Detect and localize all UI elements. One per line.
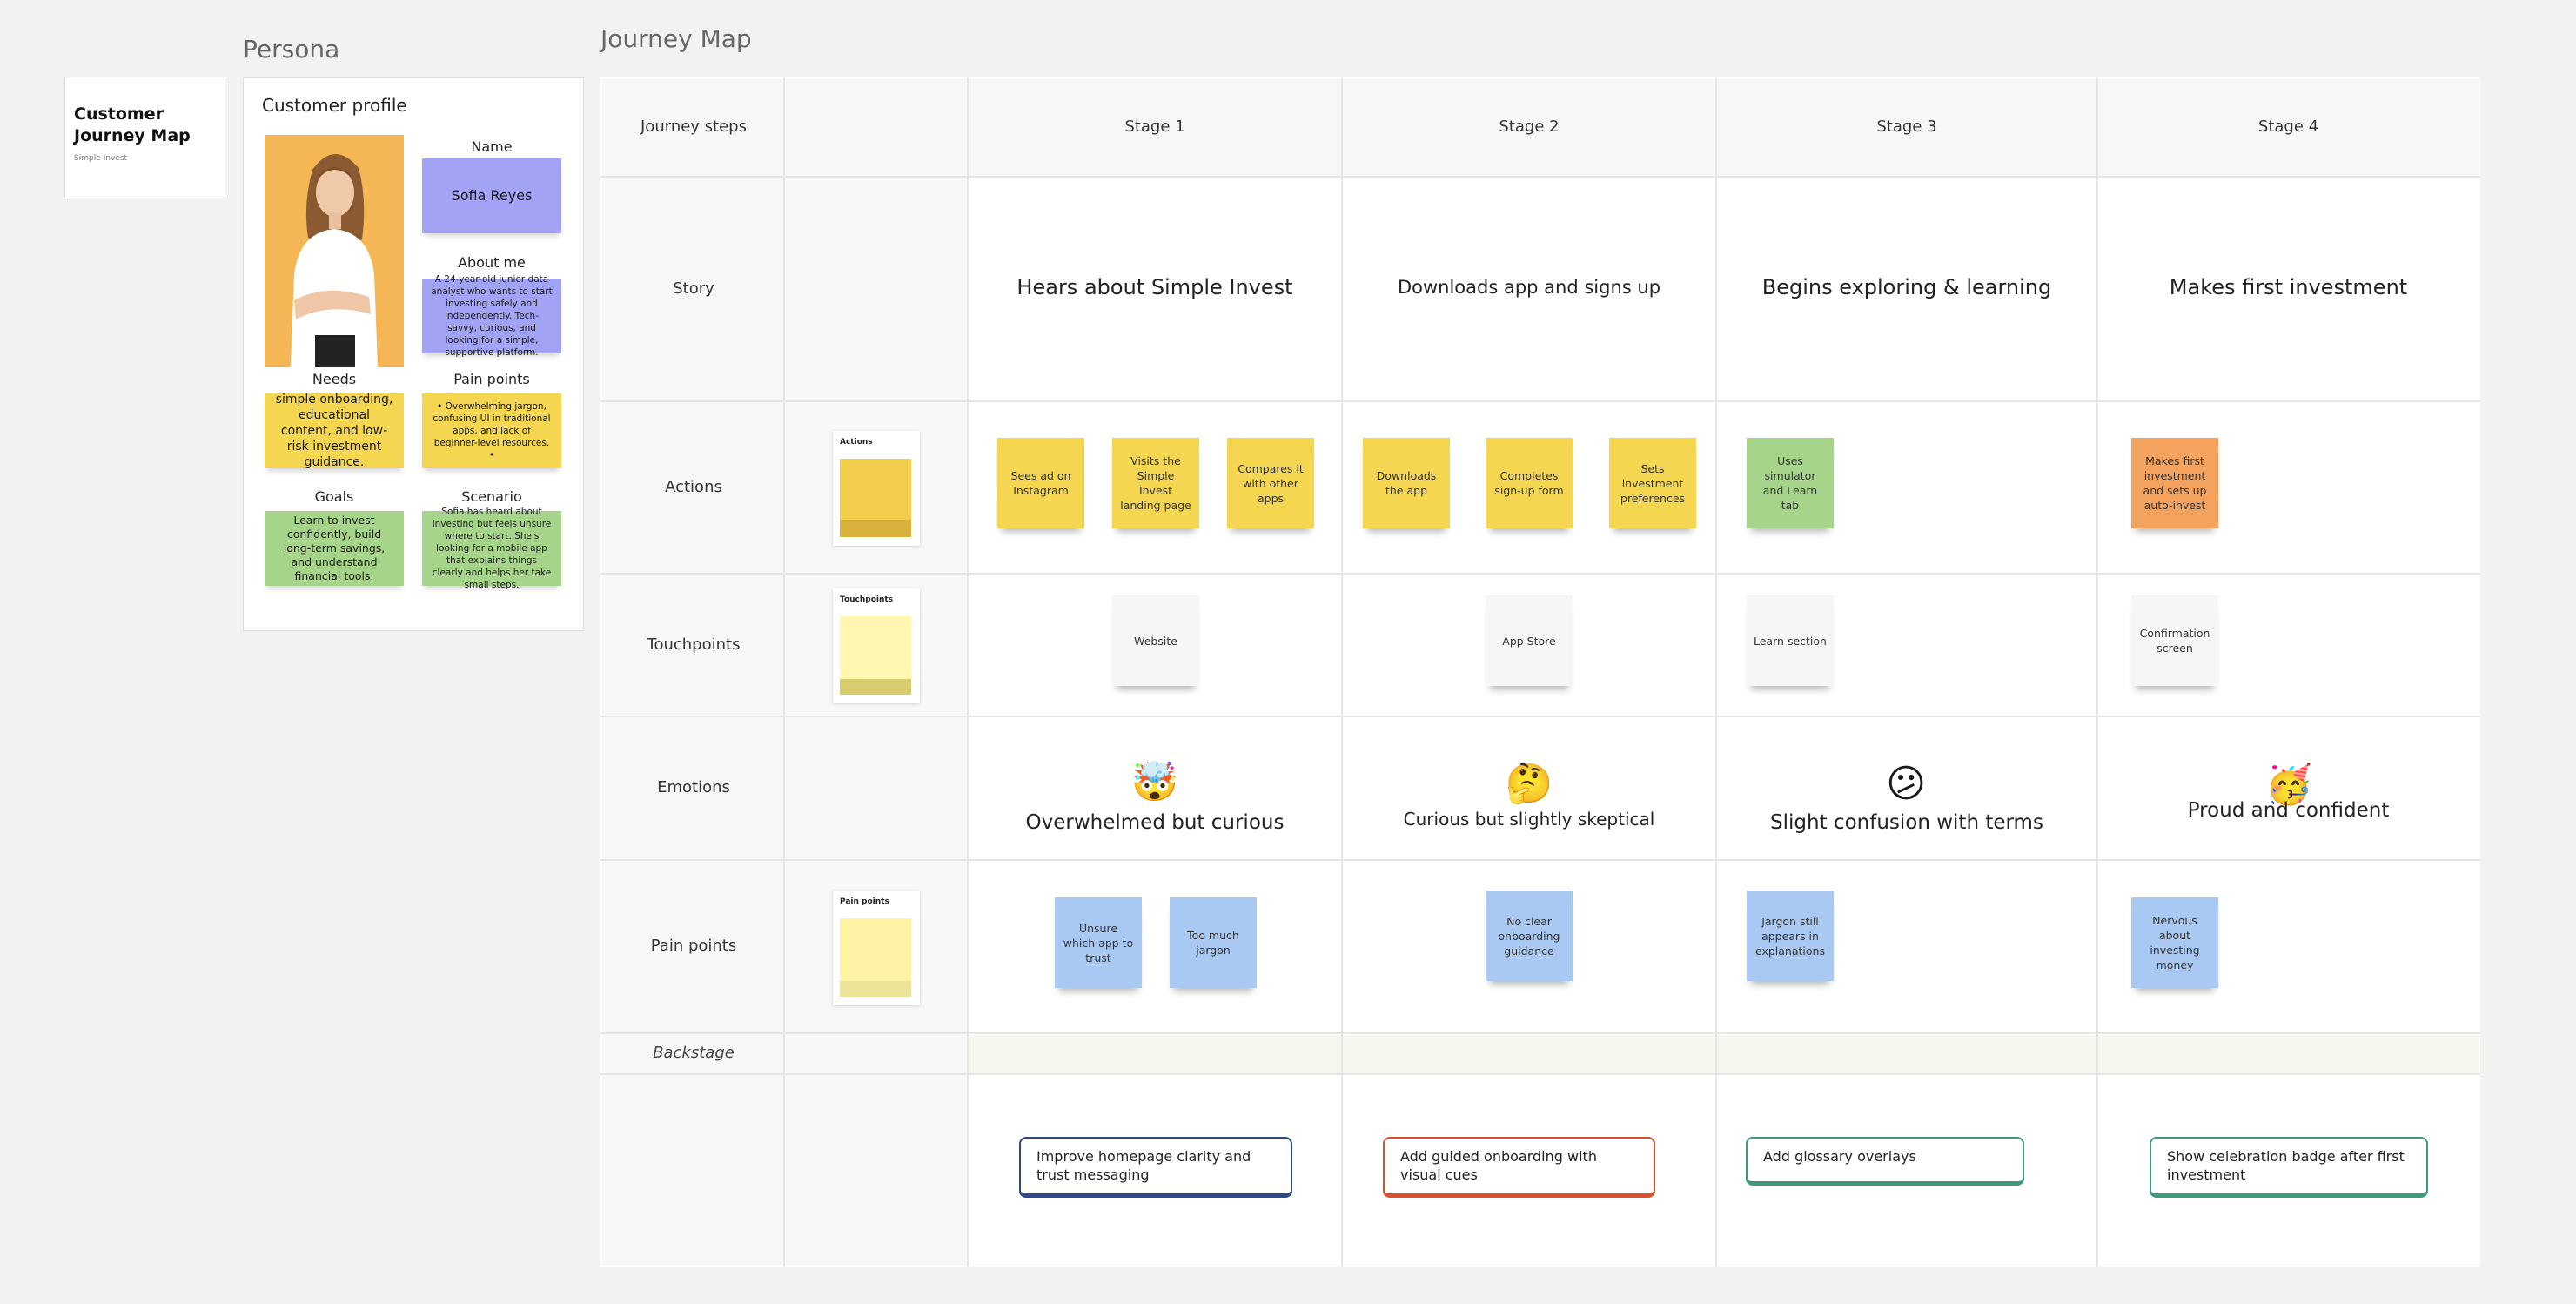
grid-line — [600, 400, 2480, 402]
stage-header-4: Stage 4 — [2257, 118, 2319, 136]
touchpoints-template-pad — [840, 616, 911, 695]
grid-line — [600, 716, 2480, 717]
touchpoint-sticky[interactable]: Confirmation screen — [2131, 595, 2218, 686]
row-label-journey-steps: Journey steps — [641, 118, 747, 136]
persona-section-label: Persona — [243, 35, 340, 64]
improvement-card-stage-1[interactable]: Improve homepage clarity and trust messa… — [1019, 1137, 1292, 1198]
row-label-backstage: Backstage — [653, 1044, 735, 1062]
board-subtitle: Simple Invest — [74, 154, 128, 163]
emotion-stage-4: Proud and confident — [2187, 799, 2390, 822]
journey-map-section-label: Journey Map — [600, 24, 752, 53]
name-label: Name — [471, 138, 513, 155]
board-title: Customer Journey Map — [74, 104, 191, 145]
action-sticky[interactable]: Sets investment preferences — [1609, 438, 1696, 528]
action-sticky[interactable]: Compares it with other apps — [1227, 438, 1314, 528]
touchpoints-template-label: Touchpoints — [840, 595, 894, 604]
emotion-stage-1: Overwhelmed but curious — [1025, 811, 1285, 834]
grid-line — [2096, 77, 2098, 1267]
pain-point-sticky[interactable]: No clear onboarding guidance — [1486, 891, 1573, 981]
stage-header-3: Stage 3 — [1876, 118, 1937, 136]
row-label-pain-points: Pain points — [650, 937, 737, 955]
backstage-band — [969, 1035, 2479, 1073]
touchpoint-sticky[interactable]: Learn section — [1747, 595, 1834, 686]
about-sticky[interactable]: A 24-year-old junior data analyst who wa… — [422, 274, 561, 358]
pain-points-template[interactable]: Pain points — [833, 891, 920, 1005]
label-column-bg — [602, 79, 785, 1265]
improvement-card-stage-2[interactable]: Add guided onboarding with visual cues — [1383, 1137, 1655, 1198]
stage-header-1: Stage 1 — [1124, 118, 1185, 136]
title-card[interactable]: Customer Journey Map Simple Invest — [64, 77, 225, 198]
story-stage-4: Makes first investment — [2169, 275, 2408, 299]
needs-label: Needs — [312, 371, 357, 387]
scenario-sticky[interactable]: Sofia has heard about investing but feel… — [422, 507, 561, 590]
pain-points-template-label: Pain points — [840, 897, 889, 906]
goals-sticky[interactable]: Learn to invest confidently, build long-… — [265, 511, 404, 586]
emotion-stage-3: Slight confusion with terms — [1770, 811, 2043, 834]
emotion-emoji-stage-2: 🤔 — [1505, 762, 1553, 806]
action-sticky[interactable]: Downloads the app — [1363, 438, 1450, 528]
row-label-emotions: Emotions — [657, 778, 730, 797]
pain-points-sticky[interactable]: • Overwhelming jargon, confusing UI in t… — [422, 393, 561, 468]
persona-card[interactable]: Customer profile Name Sofia Reyes About … — [243, 77, 584, 631]
actions-template[interactable]: Actions — [833, 431, 920, 546]
persona-photo — [265, 135, 404, 367]
pain-point-sticky[interactable]: Too much jargon — [1170, 897, 1257, 988]
pain-point-sticky[interactable]: Unsure which app to trust — [1055, 897, 1142, 988]
action-sticky[interactable]: Uses simulator and Learn tab — [1747, 438, 1834, 528]
goals-label: Goals — [314, 488, 354, 505]
touchpoint-sticky[interactable]: App Store — [1486, 595, 1573, 686]
pain-point-sticky[interactable]: Jargon still appears in explanations — [1747, 891, 1834, 981]
name-sticky[interactable]: Sofia Reyes — [422, 158, 561, 233]
grid-line — [1715, 77, 1717, 1267]
row-label-actions: Actions — [665, 478, 722, 496]
touchpoint-sticky[interactable]: Website — [1112, 595, 1199, 686]
scenario-label: Scenario — [461, 488, 522, 505]
action-sticky[interactable]: Makes first investment and sets up auto-… — [2131, 438, 2218, 528]
grid-line — [967, 77, 969, 1267]
grid-line — [600, 573, 2480, 575]
improvement-card-stage-4[interactable]: Show celebration badge after first inves… — [2150, 1137, 2428, 1198]
emotion-emoji-stage-3: 😕 — [1886, 762, 1926, 806]
grid-line — [1341, 77, 1343, 1267]
needs-sticky[interactable]: simple onboarding, educational content, … — [265, 393, 404, 469]
action-sticky[interactable]: Sees ad on Instagram — [997, 438, 1084, 528]
pain-points-label: Pain points — [453, 371, 530, 387]
story-stage-1: Hears about Simple Invest — [1016, 275, 1293, 299]
action-sticky[interactable]: Completes sign-up form — [1486, 438, 1573, 528]
action-sticky[interactable]: Visits the Simple Invest landing page — [1112, 438, 1199, 528]
grid-line — [600, 1032, 2480, 1034]
pain-point-sticky[interactable]: Nervous about investing money — [2131, 897, 2218, 988]
about-label: About me — [458, 254, 526, 271]
grid-line — [600, 176, 2480, 178]
emotion-emoji-stage-1: 🤯 — [1130, 760, 1179, 804]
customer-profile-title: Customer profile — [262, 95, 407, 116]
pain-points-template-pad — [840, 918, 911, 997]
actions-template-pad — [840, 459, 911, 537]
improvement-card-stage-3[interactable]: Add glossary overlays — [1746, 1137, 2024, 1186]
grid-line — [783, 77, 785, 1267]
row-label-story: Story — [673, 279, 714, 298]
emotion-stage-2: Curious but slightly skeptical — [1403, 809, 1655, 830]
actions-template-label: Actions — [840, 438, 873, 447]
stage-header-2: Stage 2 — [1499, 118, 1560, 136]
story-stage-3: Begins exploring & learning — [1761, 275, 2052, 299]
grid-line — [600, 1073, 2480, 1075]
row-label-touchpoints: Touchpoints — [647, 635, 741, 654]
grid-line — [600, 859, 2480, 861]
story-stage-2: Downloads app and signs up — [1397, 277, 1661, 298]
touchpoints-template[interactable]: Touchpoints — [833, 588, 920, 703]
